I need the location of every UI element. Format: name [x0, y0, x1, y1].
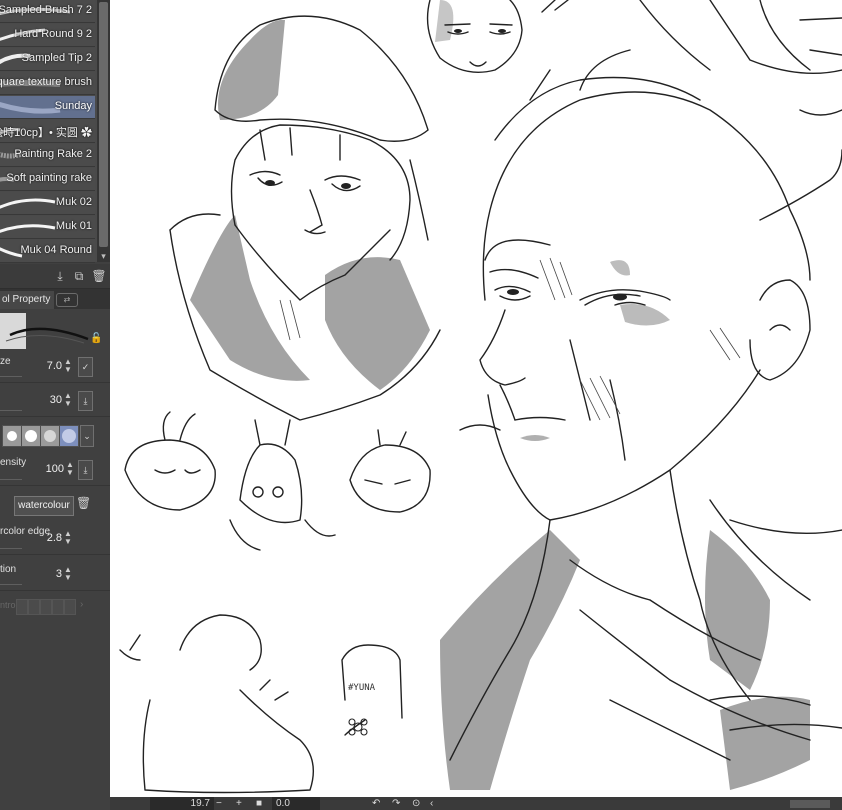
watercolor-edge-spinner[interactable]: ▲ ▼: [64, 530, 72, 546]
disabled-box: [40, 599, 52, 615]
brush-name: Muk 01: [55, 220, 92, 232]
opacity-value[interactable]: 30: [40, 394, 62, 406]
brush-name: Sampled Brush 7 2: [0, 4, 92, 16]
disabled-box: [28, 599, 40, 615]
delete-texture-icon[interactable]: 🗑: [76, 496, 91, 510]
brush-size-label: ze: [0, 356, 11, 367]
brush-preview-stroke: [5, 327, 89, 344]
drawing-canvas[interactable]: #YUNA: [110, 0, 842, 797]
disabled-control-row: ntrol ›: [0, 596, 110, 616]
brush-name: 絵時10cp】• 实圆 ✿: [0, 127, 92, 139]
disabled-control-label: ntrol: [0, 600, 18, 610]
disabled-box: [64, 599, 76, 615]
disabled-box: [52, 599, 64, 615]
density-row: ensity 100 ▲ ▼ ⤓: [0, 455, 110, 486]
brush-item-hard-round-9-2[interactable]: Hard Round 9 2: [0, 24, 95, 47]
opacity-row: 30 ▲ ▼ ⤓: [0, 386, 110, 417]
brush-item-muk-02[interactable]: Muk 02: [0, 192, 95, 215]
opacity-pressure-button[interactable]: ⤓: [78, 391, 93, 411]
density-value[interactable]: 100: [40, 463, 64, 475]
sketch-artwork: #YUNA: [119, 0, 842, 794]
tool-panel: Sampled Brush 7 2 Hard Round 9 2 Sampled…: [0, 0, 110, 810]
scroll-down-icon[interactable]: ▾: [97, 250, 110, 262]
brush-list-scrollbar[interactable]: ▾: [97, 0, 110, 262]
correction-spinner[interactable]: ▲ ▼: [64, 566, 72, 582]
flip-icon[interactable]: ‹: [430, 797, 433, 810]
brush-item-muk-01[interactable]: Muk 01: [0, 216, 95, 239]
rotate-left-icon[interactable]: ↶: [372, 797, 380, 810]
brush-item-muk-04-round[interactable]: Muk 04 Round: [0, 240, 95, 263]
opacity-spinner[interactable]: ▲ ▼: [64, 392, 72, 408]
zoom-out-icon[interactable]: −: [216, 797, 222, 810]
brush-tip-option-selected[interactable]: [59, 425, 79, 447]
zoom-field[interactable]: 19.7: [150, 797, 214, 810]
brush-size-value[interactable]: 7.0: [40, 360, 62, 372]
brush-size-row: ze 7.0 ▲ ▼ ✓: [0, 352, 110, 383]
watercolor-edge-value[interactable]: 2.8: [40, 532, 62, 544]
sub-tool-detail-icon[interactable]: ⇄: [56, 293, 78, 307]
brush-name: Hard Round 9 2: [14, 28, 92, 40]
signature-text: #YUNA: [348, 683, 376, 693]
brush-name: Painting Rake 2: [14, 148, 92, 160]
density-spinner[interactable]: ▲ ▼: [66, 461, 74, 477]
brush-tip-option[interactable]: [40, 425, 60, 447]
brush-item-square-texture-brush[interactable]: quare texture brush: [0, 72, 95, 95]
size-slider-track[interactable]: [0, 376, 22, 377]
brush-name: Sampled Tip 2: [21, 52, 92, 64]
density-label: ensity: [0, 457, 27, 468]
zoom-in-icon[interactable]: +: [236, 797, 242, 810]
reset-rotation-icon[interactable]: ⊙: [412, 797, 420, 810]
watercolor-edge-slider-track[interactable]: [0, 548, 22, 549]
panel-tab-bar: ol Property ⇄: [0, 289, 110, 309]
import-icon[interactable]: ⤓: [52, 268, 68, 284]
eye-fills: [265, 29, 627, 301]
disabled-box: [16, 599, 28, 615]
chevron-right-icon: ›: [80, 599, 84, 610]
brush-preview-area: 🔓: [0, 309, 110, 353]
horizontal-scrollbar[interactable]: [790, 800, 830, 808]
brush-item-round-10cp[interactable]: 絵時10cp】• 实圆 ✿: [0, 120, 95, 143]
brush-size-spinner[interactable]: ▲ ▼: [64, 358, 72, 374]
lock-icon[interactable]: 🔓: [90, 333, 102, 344]
brush-name: Sunday: [54, 100, 92, 112]
brush-item-sampled-brush-7-2[interactable]: Sampled Brush 7 2: [0, 0, 95, 23]
brush-name: Muk 04 Round: [20, 244, 92, 256]
size-pressure-button[interactable]: ✓: [78, 357, 93, 377]
brush-item-sampled-tip-2[interactable]: Sampled Tip 2: [0, 48, 95, 71]
brush-name: Soft painting rake: [6, 172, 92, 184]
rotate-right-icon[interactable]: ↷: [392, 797, 400, 810]
correction-label: tion: [0, 564, 17, 575]
density-pressure-button[interactable]: ⤓: [78, 460, 93, 480]
correction-row: tion 3 ▲ ▼: [0, 560, 110, 591]
opacity-slider-track[interactable]: [0, 410, 22, 411]
brush-item-soft-painting-rake[interactable]: Soft painting rake: [0, 168, 95, 191]
brush-list-toolbar: ⤓ ⧉ 🗑: [0, 264, 110, 289]
brush-item-painting-rake-2[interactable]: Painting Rake 2: [0, 144, 95, 167]
duplicate-icon[interactable]: ⧉: [71, 268, 87, 284]
chevron-down-icon[interactable]: ⌄: [80, 425, 94, 447]
rotation-field[interactable]: 0.0: [272, 797, 320, 810]
correction-slider-track[interactable]: [0, 584, 22, 585]
flower-doodle: [348, 718, 368, 736]
tab-tool-property[interactable]: ol Property: [0, 291, 54, 309]
status-bar: 19.7 − + ■ 0.0 ↶ ↷ ⊙ ‹: [110, 797, 842, 810]
density-slider-track[interactable]: [0, 479, 22, 480]
fit-icon[interactable]: ■: [256, 797, 262, 810]
navigator-slider[interactable]: [120, 797, 150, 810]
brush-tip-option[interactable]: [2, 425, 22, 447]
brush-item-sunday[interactable]: Sunday: [0, 96, 95, 119]
texture-field[interactable]: watercolour: [14, 496, 74, 516]
watercolor-edge-row: rcolor edge 2.8 ▲ ▼: [0, 524, 110, 555]
brush-tip-option[interactable]: [21, 425, 41, 447]
scrollbar-thumb[interactable]: [99, 2, 108, 247]
brush-tip-row: ⌄: [0, 420, 110, 452]
brush-name: Muk 02: [55, 196, 92, 208]
delete-icon[interactable]: 🗑: [91, 268, 107, 284]
brush-name: quare texture brush: [0, 76, 92, 88]
brush-list: Sampled Brush 7 2 Hard Round 9 2 Sampled…: [0, 0, 97, 263]
correction-value[interactable]: 3: [40, 568, 62, 580]
